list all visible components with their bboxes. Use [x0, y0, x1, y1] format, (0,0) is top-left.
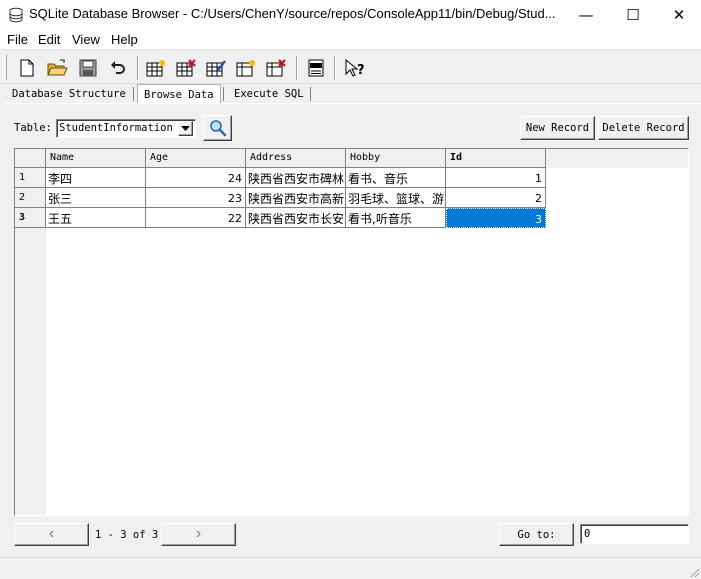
- table-select[interactable]: StudentInformation: [56, 119, 196, 138]
- table-label: Table:: [14, 122, 52, 134]
- tab-database-structure[interactable]: Database Structure: [6, 86, 132, 103]
- column-header-hobby[interactable]: Hobby: [346, 149, 446, 168]
- undo-button[interactable]: [105, 55, 131, 81]
- undo-icon: [111, 61, 125, 74]
- sql-log-button[interactable]: [303, 55, 329, 81]
- search-icon: [209, 120, 226, 137]
- table-new-icon: [146, 60, 165, 77]
- menu-help[interactable]: Help: [111, 32, 138, 47]
- maximize-button[interactable]: ☐: [610, 0, 656, 29]
- menu-edit[interactable]: Edit: [38, 32, 60, 47]
- table-cell[interactable]: 23: [146, 188, 246, 208]
- toolbar-separator: [296, 56, 298, 80]
- table-cell-selected[interactable]: 3: [446, 208, 546, 228]
- modify-table-button[interactable]: [203, 55, 229, 81]
- resize-grip-icon[interactable]: [688, 566, 700, 578]
- table-cell[interactable]: 陕西省西安市长安: [246, 208, 346, 228]
- go-to-input[interactable]: 0: [580, 524, 689, 544]
- table-select-dropdown[interactable]: [178, 121, 193, 136]
- menu-file[interactable]: File: [7, 32, 28, 47]
- menu-view[interactable]: View: [72, 32, 100, 47]
- tab-divider: [310, 87, 311, 101]
- table-delete-icon: [176, 59, 196, 77]
- table-select-value: StudentInformation: [59, 122, 173, 134]
- new-record-button[interactable]: New Record: [520, 116, 595, 140]
- column-header-id[interactable]: Id: [446, 149, 546, 168]
- record-range-text: 1 - 3 of 3: [95, 529, 159, 541]
- svg-text:?: ?: [357, 63, 365, 78]
- table-cell[interactable]: 张三: [46, 188, 146, 208]
- next-page-button[interactable]: ›: [161, 523, 236, 546]
- title-bar: SQLite Database Browser - C:/Users/ChenY…: [0, 0, 701, 29]
- previous-page-button[interactable]: ‹: [14, 523, 89, 546]
- new-file-icon: [20, 59, 34, 77]
- table-edit-icon: [206, 60, 226, 77]
- row-header[interactable]: 2: [15, 188, 46, 208]
- table-cell[interactable]: 羽毛球、篮球、游: [346, 188, 446, 208]
- save-button[interactable]: [75, 55, 101, 81]
- open-database-button[interactable]: [44, 55, 70, 81]
- row-header[interactable]: 1: [15, 168, 46, 188]
- minimize-button[interactable]: —: [563, 0, 609, 29]
- toolbar-grip[interactable]: [4, 55, 7, 80]
- toolbar-separator: [137, 56, 139, 80]
- menu-bar: File Edit View Help: [0, 29, 701, 50]
- table-cell[interactable]: 王五: [46, 208, 146, 228]
- help-pointer-icon: ?: [345, 58, 365, 78]
- delete-index-button[interactable]: [263, 55, 289, 81]
- database-icon: [9, 7, 23, 23]
- delete-table-button[interactable]: [173, 55, 199, 81]
- tab-browse-data[interactable]: Browse Data: [137, 84, 221, 104]
- tab-divider: [223, 87, 224, 101]
- create-index-button[interactable]: [233, 55, 259, 81]
- chevron-down-icon: [181, 125, 190, 131]
- grid-corner[interactable]: [15, 149, 46, 168]
- column-header-age[interactable]: Age: [146, 149, 246, 168]
- column-header-name[interactable]: Name: [46, 149, 146, 168]
- table-cell[interactable]: 1: [446, 168, 546, 188]
- window-title: SQLite Database Browser - C:/Users/ChenY…: [29, 6, 556, 21]
- create-table-button[interactable]: [143, 55, 169, 81]
- column-header-address[interactable]: Address: [246, 149, 346, 168]
- index-new-icon: [236, 60, 255, 77]
- save-disk-icon: [79, 59, 97, 77]
- table-cell[interactable]: 看书、音乐: [346, 168, 446, 188]
- table-cell[interactable]: 2: [446, 188, 546, 208]
- table-cell[interactable]: 24: [146, 168, 246, 188]
- index-delete-icon: [266, 59, 286, 77]
- log-icon: [308, 59, 324, 77]
- tab-execute-sql[interactable]: Execute SQL: [228, 86, 310, 103]
- status-bar: [0, 557, 701, 579]
- refresh-table-button[interactable]: [203, 115, 232, 141]
- new-database-button[interactable]: [14, 55, 40, 81]
- table-cell[interactable]: 李四: [46, 168, 146, 188]
- tab-divider: [133, 87, 134, 101]
- whats-this-button[interactable]: ?: [341, 55, 367, 81]
- toolbar-separator: [334, 56, 336, 80]
- table-cell[interactable]: 看书,听音乐: [346, 208, 446, 228]
- table-cell[interactable]: 22: [146, 208, 246, 228]
- close-button[interactable]: ✕: [656, 0, 701, 29]
- table-cell[interactable]: 陕西省西安市碑林: [246, 168, 346, 188]
- open-folder-icon: [47, 59, 68, 76]
- row-header-current[interactable]: 3: [15, 208, 46, 228]
- delete-record-button[interactable]: Delete Record: [598, 116, 689, 140]
- table-cell[interactable]: 陕西省西安市高新: [246, 188, 346, 208]
- go-to-button[interactable]: Go to:: [499, 523, 574, 546]
